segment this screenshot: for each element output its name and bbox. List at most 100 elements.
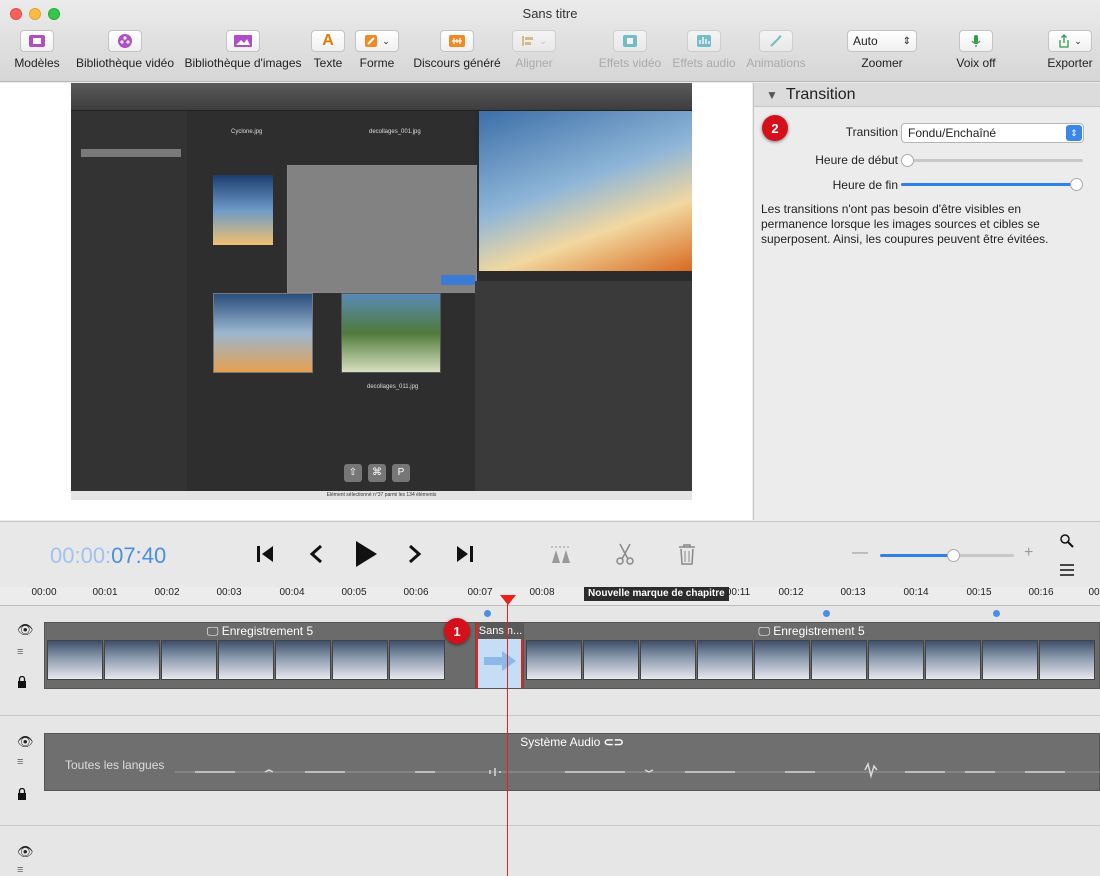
clip-title-text: Enregistrement 5 [221,624,314,638]
slider-fill [901,183,1077,186]
effets-audio-button[interactable]: Effets audio [668,30,740,70]
recorded-keycap-p: P [392,464,410,482]
timecode-display: 00:00:07:40 [50,543,166,569]
trash-icon [679,544,695,565]
aligner-label: Aligner [515,56,553,70]
film-reel-icon [108,30,142,52]
recorded-status-text: Elément sélectionné n°37 parmi les 134 é… [326,492,437,498]
zoom-out-button[interactable]: — [852,544,868,562]
scissors-icon [616,543,634,565]
ruler-tick-label: 00:03 [216,587,242,598]
ruler-tick-label: 00:06 [403,587,429,598]
split-icon [551,546,571,563]
ruler-tick-label: 00:02 [154,587,180,598]
play-button[interactable] [354,540,378,571]
effets-audio-label: Effets audio [672,56,736,70]
exporter-button[interactable]: ⌄ Exporter [1044,30,1096,70]
transition-description: Les transitions n'ont pas besoin d'être … [761,202,1049,246]
drag-handle-icon[interactable]: ≡ [17,864,23,876]
clip-thumbnail [811,640,867,680]
lock-icon[interactable] [17,675,27,691]
discours-label: Discours généré [413,56,501,70]
inspector-header[interactable]: ▼ Transition [754,83,1100,107]
audio-clip[interactable]: Système Audio ⊂⊃ Toutes les langues [44,733,1100,791]
zoomer-control[interactable]: Auto ⇕ Zoomer [846,30,918,70]
forme-button[interactable]: ⌄ Forme [352,30,402,70]
transition-clip[interactable]: Sans n... [476,622,523,689]
bibliotheque-video-button[interactable]: Bibliothèque vidéo [70,30,180,70]
playhead-handle[interactable] [500,595,516,605]
transition-select[interactable]: Fondu/Enchaîné ⇕ [901,123,1084,143]
effets-video-button[interactable]: Effets vidéo [596,30,664,70]
heure-fin-slider[interactable] [901,177,1083,191]
playhead[interactable] [507,596,508,876]
slider-knob[interactable] [947,549,960,562]
list-view-button[interactable] [1060,564,1074,579]
texte-button[interactable]: A Texte [308,30,348,70]
chapter-dot[interactable] [993,610,1000,617]
go-to-start-button[interactable] [256,544,274,567]
inspector-panel: ▼ Transition 2 Transition Fondu/Enchaîné… [753,83,1100,520]
video-clip-1[interactable]: 🖵 Enregistrement 5 [44,622,476,689]
visibility-eye-icon[interactable]: 👁 [17,734,34,750]
modeles-label: Modèles [14,56,60,70]
visibility-eye-icon[interactable]: 👁 [17,844,34,860]
clip-thumbnail [161,640,217,680]
next-frame-button[interactable] [408,544,422,567]
delete-button[interactable] [678,543,696,568]
drag-handle-icon[interactable]: ≡ [17,646,23,658]
empty-track: 👁 ≡ [0,826,1100,876]
transition-arrow-icon [484,651,516,671]
clip-thumbnail [526,640,582,680]
text-icon: A [311,30,345,52]
preview-canvas[interactable]: Cyclone.jpg decollages_001.jpg decollage… [0,83,752,520]
clip-thumbnail [697,640,753,680]
audio-track: 👁 ≡ Système Audio ⊂⊃ Toutes les langues [0,716,1100,826]
visibility-eye-icon[interactable]: 👁 [17,622,34,638]
ruler-tick-label: 00:12 [778,587,804,598]
recorded-toolbar [71,83,692,111]
modeles-button[interactable]: Modèles [4,30,70,70]
zoom-select[interactable]: Auto ⇕ [847,30,917,52]
chapter-dot[interactable] [484,610,491,617]
previous-frame-button[interactable] [309,544,323,567]
slider-knob[interactable] [1070,178,1083,191]
split-button[interactable] [549,544,573,567]
select-stepper-icon: ⇕ [1066,125,1082,141]
drag-handle-icon[interactable]: ≡ [17,756,23,768]
bibliotheque-images-button[interactable]: Bibliothèque d'images [182,30,304,70]
discours-genere-button[interactable]: Discours généré [408,30,506,70]
lock-icon[interactable] [17,787,27,803]
recorded-keycap-cmd: ⌘ [368,464,386,482]
zoom-in-button[interactable]: + [1024,544,1033,562]
zoom-value: Auto [853,34,878,48]
cut-button[interactable] [615,542,635,569]
aligner-button[interactable]: ⌄ Aligner [508,30,560,70]
timeline-ruler[interactable]: 00:00 00:01 00:02 00:03 00:04 00:05 00:0… [0,587,1100,606]
ruler-tick-label: 00 [1088,587,1100,598]
step-badge-1: 1 [444,618,470,644]
clip-thumbnail [640,640,696,680]
disclosure-triangle-icon[interactable]: ▼ [766,88,778,102]
transition-clip-title: Sans n... [478,623,523,639]
search-button[interactable] [1060,534,1074,551]
video-clip-2[interactable]: 🖵 Enregistrement 5 [523,622,1100,689]
recorded-file-label: decollages_011.jpg [367,384,419,390]
screen-icon: 🖵 [206,624,222,638]
recorded-thumb-selected [213,293,313,373]
slider-knob[interactable] [901,154,914,167]
voix-off-button[interactable]: Voix off [954,30,998,70]
zoomer-label: Zoomer [861,56,903,70]
heure-debut-slider[interactable] [901,153,1083,167]
timecode-dim: 00:00: [50,543,112,568]
voix-off-label: Voix off [956,56,996,70]
timeline-zoom-slider[interactable] [880,549,1014,563]
go-to-end-button[interactable] [456,544,474,567]
search-icon [1060,534,1074,548]
clip-thumbnail [925,640,981,680]
slider-fill [880,554,954,557]
chapter-dot[interactable] [823,610,830,617]
animations-button[interactable]: Animations [743,30,809,70]
transition-label: Transition [845,125,898,139]
list-icon [1060,564,1074,576]
